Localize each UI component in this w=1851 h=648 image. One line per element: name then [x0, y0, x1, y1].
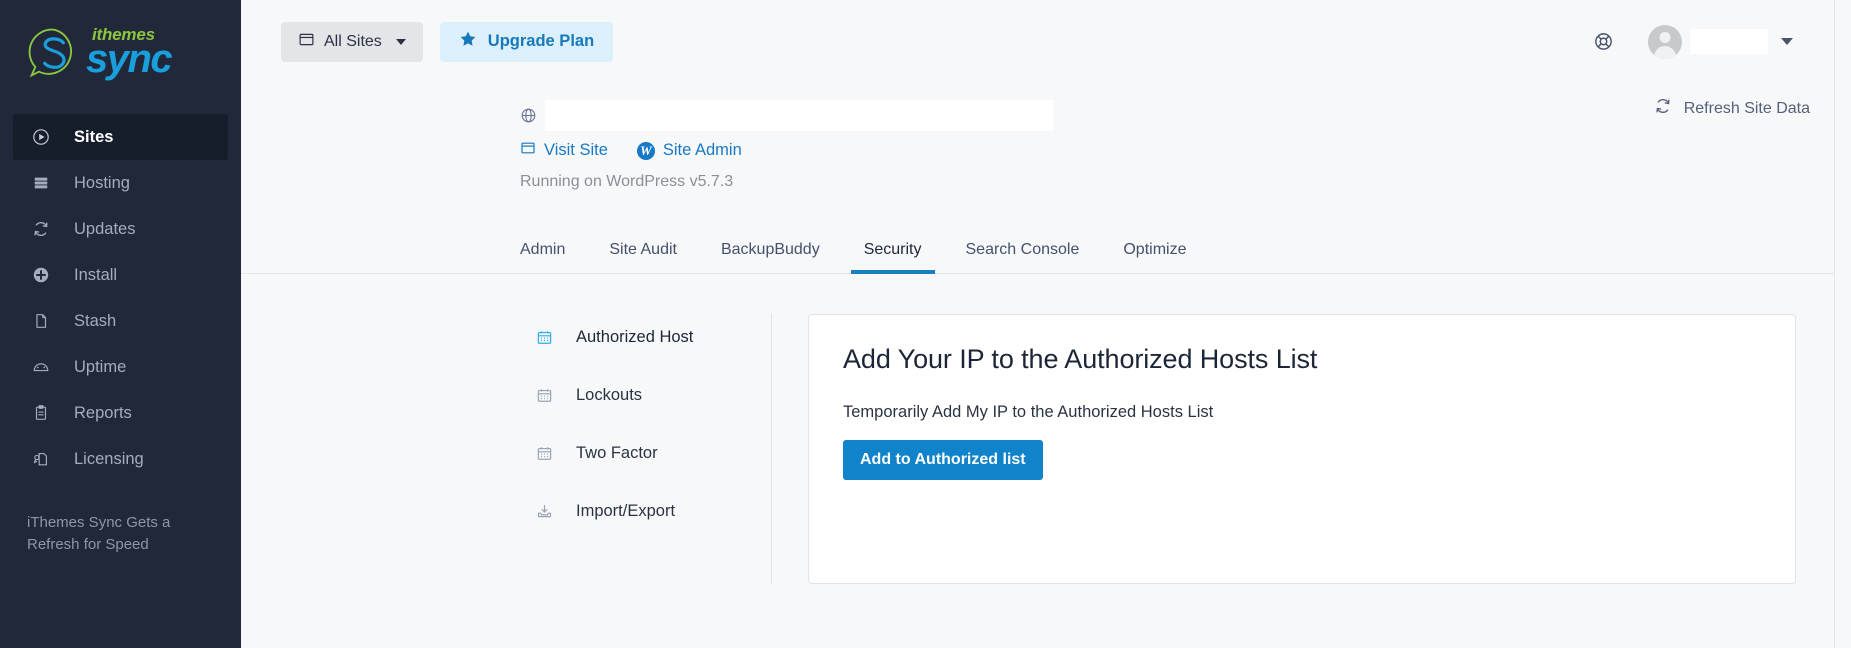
refresh-icon — [30, 218, 52, 240]
logo-sync-text: sync — [86, 37, 173, 81]
sidebar: ithemes sync Sites Hosting Updates Insta… — [0, 0, 241, 648]
lifebuoy-icon[interactable] — [1593, 31, 1614, 52]
site-title-row — [520, 98, 1851, 132]
sync-logo-icon — [26, 25, 82, 81]
site-admin-label: Site Admin — [662, 141, 742, 159]
upgrade-plan-button[interactable]: Upgrade Plan — [439, 21, 614, 62]
tab-label: BackupBuddy — [720, 241, 820, 258]
subnav-item-authorized-host[interactable]: Authorized Host — [520, 314, 771, 360]
subnav-item-label: Authorized Host — [576, 327, 694, 346]
site-name — [545, 99, 1053, 131]
add-to-authorized-list-button[interactable]: Add to Authorized list — [843, 440, 1043, 480]
topbar-right-group — [1593, 24, 1827, 59]
topbar: All Sites Upgrade Plan — [241, 0, 1851, 83]
user-name-label — [1690, 29, 1768, 54]
chevron-down-icon[interactable] — [1781, 38, 1793, 45]
sidebar-item-label: Install — [74, 265, 118, 284]
tab-site-audit[interactable]: Site Audit — [609, 241, 677, 273]
subnav-item-lockouts[interactable]: Lockouts — [520, 372, 771, 418]
sidebar-promo-note[interactable]: iThemes Sync Gets a Refresh for Speed — [27, 512, 187, 556]
content-area: Authorized Host Lockouts Two Factor Impo… — [241, 274, 1851, 584]
site-links: Visit Site W Site Admin — [520, 140, 1851, 161]
subnav-item-label: Import/Export — [576, 501, 676, 520]
tab-bar: Admin Site Audit BackupBuddy Security Se… — [241, 222, 1851, 274]
gauge-icon — [30, 356, 52, 378]
sidebar-item-updates[interactable]: Updates — [0, 206, 241, 252]
subnav-item-label: Two Factor — [576, 443, 658, 462]
page-right-edge — [1834, 0, 1851, 648]
server-icon — [30, 172, 52, 194]
sidebar-item-licensing[interactable]: Licensing — [0, 436, 241, 482]
star-icon — [459, 30, 477, 53]
globe-icon — [520, 107, 537, 124]
card-title: Add Your IP to the Authorized Hosts List — [843, 344, 1318, 374]
security-subnav: Authorized Host Lockouts Two Factor Impo… — [520, 314, 772, 584]
avatar[interactable] — [1648, 24, 1682, 59]
upgrade-plan-label: Upgrade Plan — [487, 32, 595, 50]
sidebar-item-reports[interactable]: Reports — [0, 390, 241, 436]
refresh-site-data-label: Refresh Site Data — [1683, 99, 1810, 117]
tab-label: Security — [863, 241, 922, 258]
refresh-icon — [1654, 97, 1672, 120]
calendar-icon — [534, 327, 554, 347]
subnav-item-import-export[interactable]: Import/Export — [520, 488, 771, 534]
site-admin-link[interactable]: W Site Admin — [636, 141, 742, 160]
clipboard-icon — [30, 402, 52, 424]
main-content: All Sites Upgrade Plan Visit Site W Site… — [241, 0, 1851, 648]
visit-site-label: Visit Site — [544, 141, 608, 159]
tab-optimize[interactable]: Optimize — [1123, 241, 1186, 273]
chevron-down-icon — [395, 38, 406, 45]
subnav-item-label: Lockouts — [576, 385, 643, 404]
calendar-icon — [534, 443, 554, 463]
tab-label: Admin — [520, 241, 566, 258]
authorized-host-card: Add Your IP to the Authorized Hosts List… — [808, 314, 1796, 584]
app-root: ithemes sync Sites Hosting Updates Insta… — [0, 0, 1851, 648]
all-sites-selector[interactable]: All Sites — [281, 21, 423, 62]
wordpress-version-text: Running on WordPress v5.7.3 — [520, 173, 734, 190]
card-description: Temporarily Add My IP to the Authorized … — [843, 403, 1214, 421]
site-header: Visit Site W Site Admin Running on WordP… — [241, 83, 1851, 191]
import-export-icon — [534, 501, 554, 521]
sidebar-nav: Sites Hosting Updates Install Stash Upti… — [0, 114, 241, 482]
play-circle-icon — [30, 126, 52, 148]
visit-site-link[interactable]: Visit Site — [520, 140, 608, 161]
sidebar-item-label: Sites — [74, 127, 114, 146]
sidebar-item-label: Reports — [74, 403, 132, 422]
file-icon — [30, 310, 52, 332]
refresh-site-data-button[interactable]: Refresh Site Data — [1654, 97, 1810, 120]
calendar-icon — [534, 385, 554, 405]
all-sites-label: All Sites — [324, 32, 382, 50]
plus-circle-icon — [30, 264, 52, 286]
window-icon — [298, 31, 315, 53]
app-logo[interactable]: ithemes sync — [0, 0, 241, 105]
subnav-item-two-factor[interactable]: Two Factor — [520, 430, 771, 476]
tab-search-console[interactable]: Search Console — [966, 241, 1080, 273]
sidebar-item-label: Updates — [74, 219, 136, 238]
sidebar-item-install[interactable]: Install — [0, 252, 241, 298]
tab-label: Search Console — [965, 241, 1080, 258]
sidebar-item-label: Stash — [74, 311, 117, 330]
sidebar-item-sites[interactable]: Sites — [13, 114, 228, 160]
tab-label: Optimize — [1123, 241, 1187, 258]
sidebar-item-hosting[interactable]: Hosting — [0, 160, 241, 206]
wordpress-icon: W — [636, 141, 655, 160]
sidebar-item-stash[interactable]: Stash — [0, 298, 241, 344]
tab-backupbuddy[interactable]: BackupBuddy — [721, 241, 820, 273]
license-tag-icon — [30, 448, 52, 470]
sidebar-item-label: Licensing — [74, 449, 144, 468]
window-icon — [520, 140, 536, 161]
sidebar-item-uptime[interactable]: Uptime — [0, 344, 241, 390]
sidebar-item-label: Uptime — [74, 357, 127, 376]
tab-security[interactable]: Security — [850, 234, 935, 274]
sidebar-item-label: Hosting — [74, 173, 130, 192]
tab-label: Site Audit — [609, 241, 677, 258]
tab-admin[interactable]: Admin — [520, 241, 565, 273]
